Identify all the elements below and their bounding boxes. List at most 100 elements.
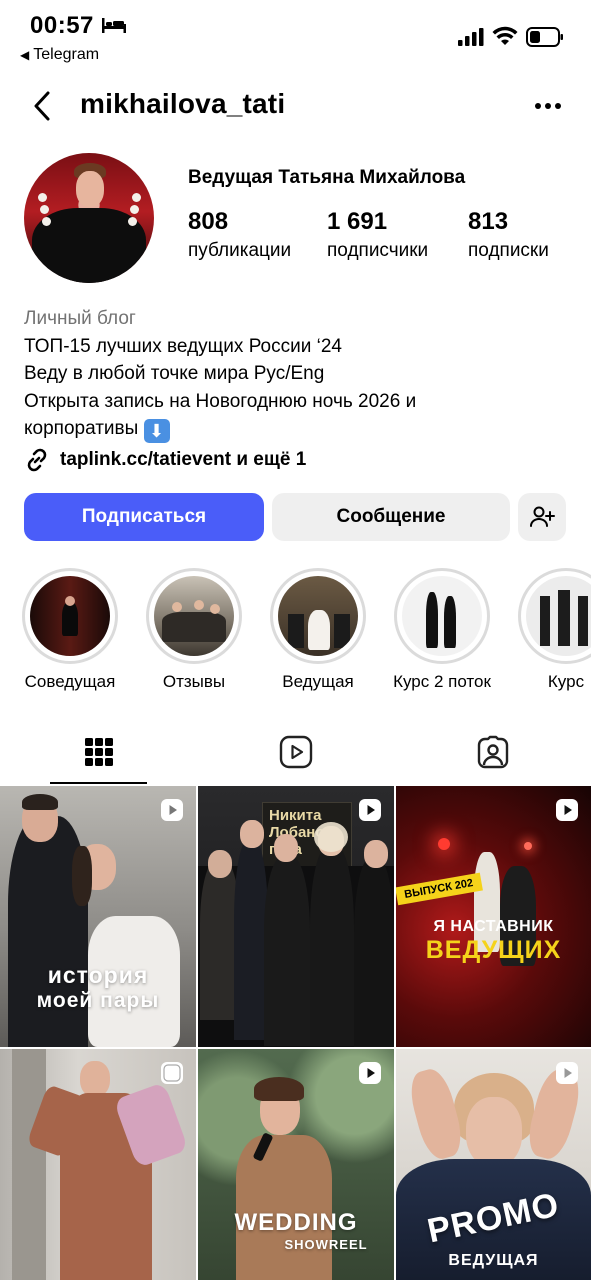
profile-category: Личный блог [24, 308, 136, 329]
status-bar: 00:57 ◀ Telegram [0, 0, 591, 72]
post-caption: PROMO ВЕДУЩАЯ [396, 1186, 591, 1270]
avatar-pearl [40, 205, 49, 214]
reel-icon [556, 1062, 578, 1084]
tab-reels[interactable] [197, 720, 394, 784]
active-tab-indicator [50, 782, 147, 784]
down-arrow-emoji-icon: ⬇ [143, 419, 170, 443]
bio-line-text: корпоративы [24, 418, 139, 439]
post-caption-line: Я НАСТАВНИК [433, 918, 554, 935]
story-highlights: Соведущая Отзывы Ведущая Курс 2 поток Ку… [0, 568, 591, 698]
highlight-item[interactable]: Отзывы [132, 568, 256, 692]
highlight-label: Отзывы [162, 672, 226, 691]
profile-header: mikhailova_tati [0, 80, 591, 132]
follow-button[interactable]: Подписаться [24, 493, 264, 541]
tab-posts-grid[interactable] [0, 720, 197, 784]
highlight-label: Соведущая [24, 672, 116, 691]
highlight-item[interactable]: Курс [504, 568, 591, 692]
profile-link-text: taplink.cc/tatievent и ещё 1 [60, 449, 307, 470]
post-caption-line: ВЕДУЩИХ [425, 936, 562, 964]
highlight-item[interactable]: Курс 2 поток [380, 568, 504, 692]
sleep-mode-icon [102, 18, 126, 33]
post-tile[interactable]: PROMO ВЕДУЩАЯ [396, 1049, 591, 1280]
message-button[interactable]: Сообщение [272, 493, 510, 541]
profile-link[interactable]: taplink.cc/tatievent и ещё 1 [24, 447, 306, 473]
reel-icon [359, 799, 381, 821]
tab-tagged[interactable] [394, 720, 591, 784]
post-tile[interactable]: ВЫПУСК 202 Я НАСТАВНИК ВЕДУЩИХ [396, 786, 591, 1047]
highlight-label: Курс [547, 672, 585, 691]
reel-icon [556, 799, 578, 821]
back-to-app-link[interactable]: ◀ Telegram [20, 46, 99, 64]
post-caption-line: моей пары [36, 989, 160, 1012]
status-time: 00:57 [30, 12, 94, 39]
post-tile[interactable]: WEDDING SHOWREEL [198, 1049, 394, 1280]
highlight-cover [30, 576, 110, 656]
back-app-label: Telegram [33, 46, 100, 63]
add-user-icon [530, 506, 555, 527]
reels-icon [279, 735, 312, 769]
stat-following[interactable]: 813 подписки [468, 208, 549, 262]
highlight-item[interactable]: Соведущая [8, 568, 132, 692]
suggested-users-button[interactable] [518, 493, 566, 541]
highlight-item[interactable]: Ведущая [256, 568, 380, 692]
avatar-pearl [130, 205, 139, 214]
avatar-pearl [38, 193, 47, 202]
grid-icon [84, 738, 113, 766]
post-tile[interactable]: история моей пары [0, 786, 196, 1047]
stat-followers-count: 1 691 [327, 208, 388, 235]
highlight-ring [22, 568, 118, 664]
post-tile[interactable]: Никита Лобанов года [198, 786, 394, 1047]
stat-following-count: 813 [468, 208, 509, 235]
tagged-person-icon [477, 735, 508, 769]
reel-icon [161, 1062, 183, 1084]
highlight-cover [402, 576, 482, 656]
stat-followers[interactable]: 1 691 подписчики [327, 208, 428, 262]
stat-followers-label: подписчики [327, 240, 429, 261]
stat-posts[interactable]: 808 публикации [188, 208, 291, 262]
bio-line: Веду в любой точке мира Рус/Eng [24, 363, 325, 384]
avatar-pearl [128, 217, 137, 226]
avatar-face [76, 171, 104, 207]
avatar-pearl [42, 217, 51, 226]
highlight-label: Курс 2 поток [393, 672, 491, 691]
posts-grid: история моей пары Никита Лобанов года ВЫ… [0, 786, 591, 1280]
highlight-ring [518, 568, 591, 664]
highlight-cover [278, 576, 358, 656]
more-horizontal-icon [535, 103, 561, 109]
more-options-button[interactable] [530, 94, 566, 118]
highlight-ring [146, 568, 242, 664]
highlight-ring [270, 568, 366, 664]
back-arrow-icon: ◀ [20, 48, 30, 62]
post-caption-line: ВЕДУЩАЯ [448, 1252, 539, 1269]
bio-line: Открыта запись на Новогоднюю ночь 2026 и [24, 390, 417, 412]
reel-icon [359, 1062, 381, 1084]
post-small-text: ВЫПУСК 202 [396, 872, 483, 906]
chevron-left-icon [34, 91, 50, 121]
wifi-icon [492, 26, 518, 45]
avatar-pearl [132, 193, 141, 202]
display-name: Ведущая Татьяна Михайлова [188, 167, 466, 188]
profile-bio: Личный блог ТОП-15 лучших ведущих России… [24, 305, 564, 443]
profile-avatar[interactable] [24, 153, 154, 283]
bio-line: ТОП-15 лучших ведущих России ‘24 [24, 335, 342, 357]
profile-username: mikhailova_tati [80, 88, 286, 119]
highlight-cover [526, 576, 591, 656]
stat-posts-count: 808 [188, 208, 229, 235]
link-icon [27, 448, 47, 472]
stat-following-label: подписки [468, 240, 549, 261]
highlight-label: Ведущая [282, 672, 354, 691]
profile-tabs [0, 720, 591, 784]
highlight-cover [154, 576, 234, 656]
post-caption-line: WEDDING [234, 1209, 358, 1236]
battery-icon [526, 27, 563, 47]
highlight-ring [394, 568, 490, 664]
post-caption: Я НАСТАВНИК ВЕДУЩИХ [396, 918, 591, 965]
post-caption: история моей пары [0, 962, 196, 1014]
stat-posts-label: публикации [188, 240, 292, 261]
post-tile[interactable] [0, 1049, 196, 1280]
post-caption: WEDDING SHOWREEL [198, 1209, 394, 1252]
post-caption-line: история [47, 962, 149, 988]
bio-line-last: корпоративы ⬇ [24, 415, 564, 443]
back-button[interactable] [26, 88, 58, 124]
post-caption-line: SHOWREEL [284, 1237, 368, 1252]
